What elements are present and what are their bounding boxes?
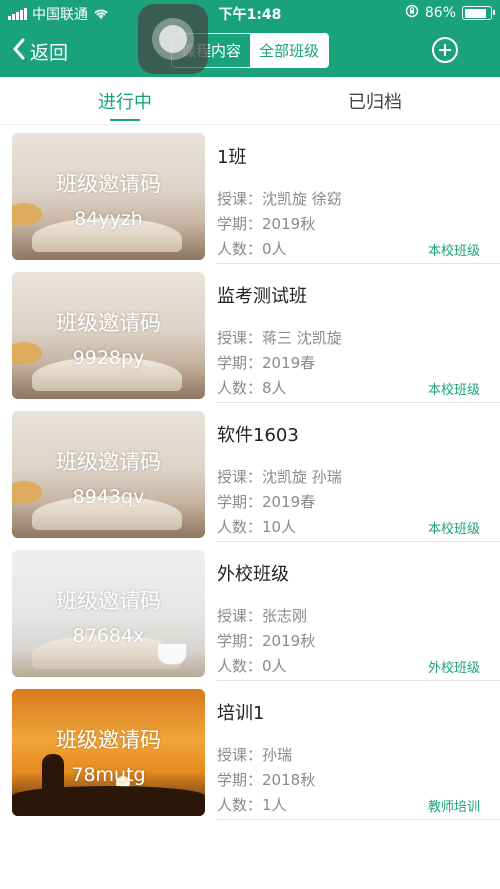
- count-value: 0人: [262, 657, 287, 675]
- back-button[interactable]: 返回: [12, 35, 68, 67]
- class-list: 班级邀请码 84yyzh 1班 授课：沈凯旋 徐窈 学期：2019秋 人数：0人…: [0, 125, 500, 820]
- segment-all-classes[interactable]: 全部班级: [250, 34, 328, 67]
- class-item[interactable]: 班级邀请码 87684x 外校班级 授课：张志刚 学期：2019秋 人数：0人 …: [0, 542, 500, 681]
- class-name: 监考测试班: [217, 286, 307, 307]
- class-name: 培训1: [217, 703, 265, 724]
- hill-decoration: [12, 786, 205, 816]
- class-info: 1班 授课：沈凯旋 徐窈 学期：2019秋 人数：0人 本校班级: [217, 133, 500, 264]
- back-label: 返回: [30, 41, 69, 64]
- navigation-bar: 返回 课程内容 全部班级: [0, 25, 500, 77]
- teacher-prefix: 授课：: [217, 329, 263, 347]
- teacher-names: 张志刚: [262, 607, 308, 625]
- term-value: 2018秋: [262, 771, 316, 789]
- class-info: 外校班级 授课：张志刚 学期：2019秋 人数：0人 外校班级: [217, 550, 500, 681]
- status-tabs: 进行中 已归档: [0, 77, 500, 125]
- class-teachers: 授课：蒋三 沈凯旋: [217, 327, 342, 348]
- class-cover-image: 班级邀请码 87684x: [12, 550, 205, 677]
- class-type-tag: 本校班级: [427, 244, 480, 259]
- battery-icon: [462, 6, 495, 20]
- invite-code-title: 班级邀请码: [56, 172, 161, 196]
- term-value: 2019春: [262, 354, 316, 372]
- status-bar: 中国联通 下午1:48 86%: [0, 0, 500, 25]
- invite-code: 8943qv: [72, 486, 145, 508]
- class-count: 人数：0人: [217, 238, 287, 259]
- invite-code-title: 班级邀请码: [56, 589, 161, 613]
- invite-code-title: 班级邀请码: [56, 728, 161, 752]
- class-teachers: 授课：沈凯旋 孙瑞: [217, 466, 342, 487]
- teacher-names: 沈凯旋 徐窈: [262, 190, 342, 208]
- class-cover-image: 班级邀请码 8943qv: [12, 411, 205, 538]
- class-count: 人数：0人: [217, 655, 287, 676]
- count-value: 0人: [262, 240, 287, 258]
- class-teachers: 授课：孙瑞: [217, 744, 292, 765]
- class-teachers: 授课：张志刚: [217, 605, 307, 626]
- invite-code: 9928py: [72, 347, 145, 369]
- class-info: 软件1603 授课：沈凯旋 孙瑞 学期：2019春 人数：10人 本校班级: [217, 411, 500, 542]
- class-count: 人数：1人: [217, 794, 287, 815]
- class-cover-image: 班级邀请码 78mutg: [12, 689, 205, 816]
- class-info: 监考测试班 授课：蒋三 沈凯旋 学期：2019春 人数：8人 本校班级: [217, 272, 500, 403]
- teacher-names: 孙瑞: [262, 746, 293, 764]
- term-value: 2019秋: [262, 215, 316, 233]
- class-term: 学期：2019秋: [217, 630, 315, 651]
- class-item[interactable]: 班级邀请码 84yyzh 1班 授课：沈凯旋 徐窈 学期：2019秋 人数：0人…: [0, 125, 500, 264]
- class-name: 外校班级: [217, 564, 289, 585]
- term-value: 2019秋: [262, 632, 316, 650]
- count-value: 8人: [262, 379, 287, 397]
- plus-circle-icon[interactable]: [432, 37, 458, 63]
- teacher-prefix: 授课：: [217, 190, 263, 208]
- teacher-names: 蒋三 沈凯旋: [262, 329, 342, 347]
- status-bar-right: 86%: [405, 4, 495, 22]
- class-info: 培训1 授课：孙瑞 学期：2018秋 人数：1人 教师培训: [217, 689, 500, 820]
- class-name: 软件1603: [217, 425, 299, 446]
- active-tab-indicator: [110, 119, 140, 121]
- class-term: 学期：2019春: [217, 352, 315, 373]
- count-value: 1人: [262, 796, 287, 814]
- rotation-lock-icon: [405, 4, 419, 22]
- term-value: 2019春: [262, 493, 316, 511]
- assistive-touch-button[interactable]: [138, 4, 208, 74]
- class-name: 1班: [217, 147, 247, 168]
- count-prefix: 人数：: [217, 379, 263, 397]
- invite-code-title: 班级邀请码: [56, 450, 161, 474]
- term-prefix: 学期：: [217, 632, 263, 650]
- teacher-prefix: 授课：: [217, 746, 263, 764]
- class-count: 人数：8人: [217, 377, 287, 398]
- count-value: 10人: [262, 518, 297, 536]
- invite-code-title: 班级邀请码: [56, 311, 161, 335]
- invite-code: 87684x: [72, 625, 145, 647]
- battery-percent: 86%: [424, 5, 456, 21]
- count-prefix: 人数：: [217, 518, 263, 536]
- class-count: 人数：10人: [217, 516, 296, 537]
- term-prefix: 学期：: [217, 215, 263, 233]
- chevron-left-icon: [12, 38, 26, 65]
- class-item[interactable]: 班级邀请码 9928py 监考测试班 授课：蒋三 沈凯旋 学期：2019春 人数…: [0, 264, 500, 403]
- class-type-tag: 外校班级: [427, 661, 480, 676]
- class-type-tag: 本校班级: [427, 522, 480, 537]
- class-item[interactable]: 班级邀请码 8943qv 软件1603 授课：沈凯旋 孙瑞 学期：2019春 人…: [0, 403, 500, 542]
- teacher-prefix: 授课：: [217, 468, 263, 486]
- class-term: 学期：2019春: [217, 491, 315, 512]
- tab-in-progress[interactable]: 进行中: [0, 77, 250, 125]
- invite-code: 84yyzh: [74, 208, 143, 230]
- class-term: 学期：2019秋: [217, 213, 315, 234]
- class-item[interactable]: 班级邀请码 78mutg 培训1 授课：孙瑞 学期：2018秋 人数：1人 教师…: [0, 681, 500, 820]
- class-cover-image: 班级邀请码 9928py: [12, 272, 205, 399]
- term-prefix: 学期：: [217, 771, 263, 789]
- term-prefix: 学期：: [217, 493, 263, 511]
- count-prefix: 人数：: [217, 657, 263, 675]
- teacher-names: 沈凯旋 孙瑞: [262, 468, 342, 486]
- teacher-prefix: 授课：: [217, 607, 263, 625]
- class-type-tag: 本校班级: [427, 383, 480, 398]
- term-prefix: 学期：: [217, 354, 263, 372]
- count-prefix: 人数：: [217, 796, 263, 814]
- class-cover-image: 班级邀请码 84yyzh: [12, 133, 205, 260]
- class-term: 学期：2018秋: [217, 769, 315, 790]
- invite-code: 78mutg: [71, 764, 146, 786]
- battery-level-fill: [464, 8, 486, 18]
- class-type-tag: 教师培训: [427, 800, 480, 815]
- class-teachers: 授课：沈凯旋 徐窈: [217, 188, 342, 209]
- count-prefix: 人数：: [217, 240, 263, 258]
- tab-archived[interactable]: 已归档: [250, 77, 500, 125]
